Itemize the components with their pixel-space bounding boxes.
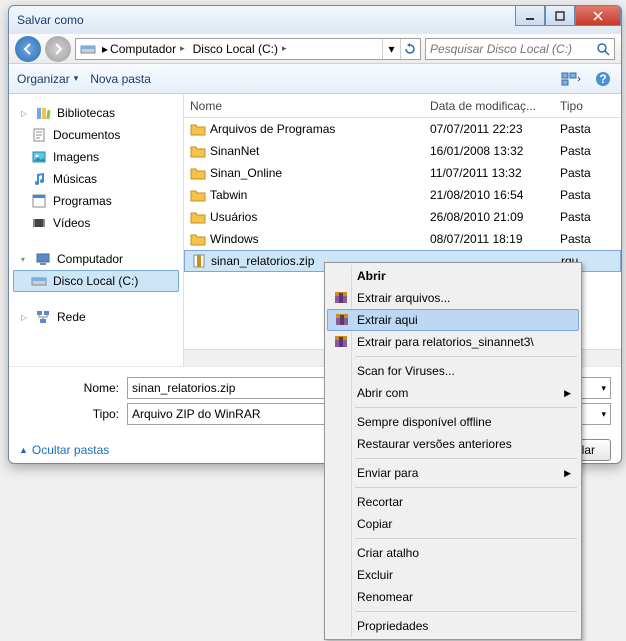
address-bar[interactable]: ▸ Computador▸ Disco Local (C:)▸ ▾ <box>75 38 421 60</box>
sidebar-images[interactable]: Imagens <box>13 146 179 168</box>
hide-folders-link[interactable]: ▲ Ocultar pastas <box>19 443 109 457</box>
computer-icon <box>35 251 51 267</box>
organize-button[interactable]: Organizar ▾ <box>17 72 78 86</box>
ctx-copy[interactable]: Copiar <box>327 513 579 535</box>
sidebar-programs[interactable]: Programas <box>13 190 179 212</box>
images-icon <box>31 149 47 165</box>
sidebar-documents[interactable]: Documentos <box>13 124 179 146</box>
breadcrumb-item[interactable]: Disco Local (C:)▸ <box>189 40 291 58</box>
window-buttons <box>515 6 621 26</box>
libraries-icon <box>35 105 51 121</box>
nav-bar: ▸ Computador▸ Disco Local (C:)▸ ▾ <box>9 34 621 64</box>
winrar-icon <box>333 334 349 350</box>
ctx-open[interactable]: Abrir <box>327 265 579 287</box>
maximize-button[interactable] <box>545 6 575 26</box>
ctx-offline[interactable]: Sempre disponível offline <box>327 411 579 433</box>
help-icon[interactable]: ? <box>593 71 613 87</box>
sidebar-computer[interactable]: ▾Computador <box>13 248 179 270</box>
network-icon <box>35 309 51 325</box>
minimize-button[interactable] <box>515 6 545 26</box>
context-menu: Abrir Extrair arquivos... Extrair aqui E… <box>324 262 582 640</box>
sidebar-videos[interactable]: Vídeos <box>13 212 179 234</box>
programs-icon <box>31 193 47 209</box>
ctx-open-with[interactable]: Abrir com▶ <box>327 382 579 404</box>
col-name[interactable]: Nome <box>190 99 430 113</box>
ctx-scan[interactable]: Scan for Viruses... <box>327 360 579 382</box>
submenu-arrow-icon: ▶ <box>564 388 571 399</box>
sidebar-network[interactable]: ▷Rede <box>13 306 179 328</box>
submenu-arrow-icon: ▶ <box>564 468 571 479</box>
back-button[interactable] <box>15 36 41 62</box>
breadcrumb-item[interactable]: ▸ Computador▸ <box>98 40 189 58</box>
address-dropdown[interactable]: ▾ <box>382 39 400 59</box>
type-label: Tipo: <box>19 407 119 421</box>
file-row[interactable]: SinanNet16/01/2008 13:32Pasta <box>184 140 621 162</box>
ctx-cut[interactable]: Recortar <box>327 491 579 513</box>
sidebar-music[interactable]: Músicas <box>13 168 179 190</box>
drive-icon <box>80 41 96 57</box>
file-row[interactable]: Sinan_Online11/07/2011 13:32Pasta <box>184 162 621 184</box>
view-options-icon[interactable] <box>561 71 581 87</box>
new-folder-button[interactable]: Nova pasta <box>90 72 151 86</box>
file-row[interactable]: Usuários26/08/2010 21:09Pasta <box>184 206 621 228</box>
winrar-icon <box>334 312 350 328</box>
chevron-down-icon[interactable]: ▾ <box>601 383 606 394</box>
titlebar: Salvar como <box>9 6 621 34</box>
name-label: Nome: <box>19 381 119 395</box>
sidebar-drive-c[interactable]: Disco Local (C:) <box>13 270 179 292</box>
chevron-down-icon[interactable]: ▾ <box>601 409 606 420</box>
toolbar: Organizar ▾ Nova pasta ? <box>9 64 621 94</box>
drive-icon <box>31 273 47 289</box>
col-type[interactable]: Tipo <box>560 99 621 113</box>
close-button[interactable] <box>575 6 621 26</box>
sidebar: ▷Bibliotecas Documentos Imagens Músicas … <box>9 94 184 366</box>
file-row[interactable]: Arquivos de Programas07/07/2011 22:23Pas… <box>184 118 621 140</box>
search-input[interactable] <box>430 42 596 56</box>
videos-icon <box>31 215 47 231</box>
music-icon <box>31 171 47 187</box>
file-row[interactable]: Windows08/07/2011 18:19Pasta <box>184 228 621 250</box>
ctx-delete[interactable]: Excluir <box>327 564 579 586</box>
file-row[interactable]: Tabwin21/08/2010 16:54Pasta <box>184 184 621 206</box>
winrar-icon <box>333 290 349 306</box>
column-headers: Nome Data de modificaç... Tipo <box>184 94 621 118</box>
ctx-extract-to[interactable]: Extrair para relatorios_sinannet3\ <box>327 331 579 353</box>
ctx-rename[interactable]: Renomear <box>327 586 579 608</box>
col-date[interactable]: Data de modificaç... <box>430 99 560 113</box>
refresh-button[interactable] <box>400 39 418 59</box>
ctx-extract-files[interactable]: Extrair arquivos... <box>327 287 579 309</box>
search-box[interactable] <box>425 38 615 60</box>
forward-button[interactable] <box>45 36 71 62</box>
ctx-restore[interactable]: Restaurar versões anteriores <box>327 433 579 455</box>
ctx-extract-here[interactable]: Extrair aqui <box>327 309 579 331</box>
svg-text:?: ? <box>599 72 606 86</box>
sidebar-libraries[interactable]: ▷Bibliotecas <box>13 102 179 124</box>
search-icon <box>596 42 610 56</box>
documents-icon <box>31 127 47 143</box>
ctx-shortcut[interactable]: Criar atalho <box>327 542 579 564</box>
ctx-send-to[interactable]: Enviar para▶ <box>327 462 579 484</box>
ctx-properties[interactable]: Propriedades <box>327 615 579 637</box>
window-title: Salvar como <box>17 13 84 27</box>
